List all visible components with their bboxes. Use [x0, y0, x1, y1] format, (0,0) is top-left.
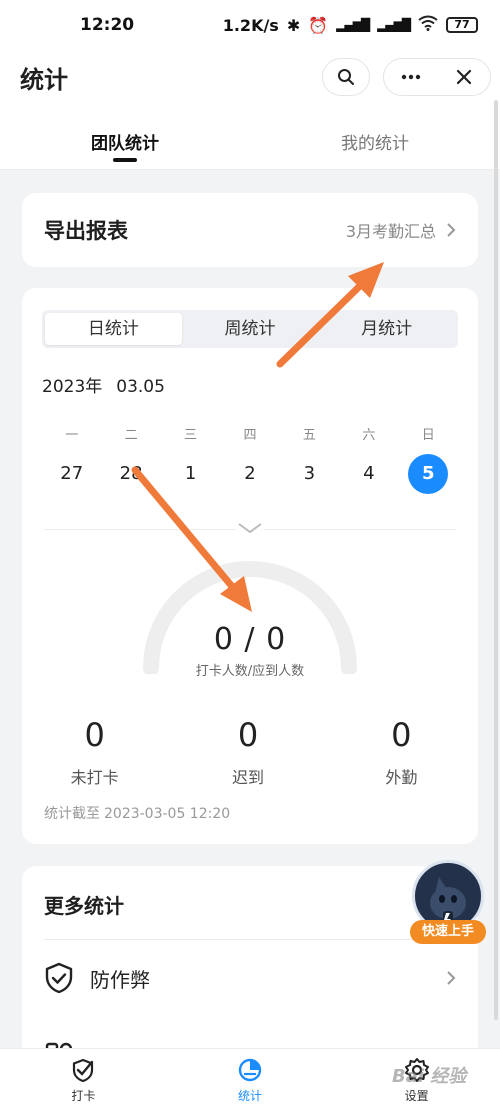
scrollbar[interactable]	[494, 100, 498, 1020]
day-cell-selected[interactable]: 5	[408, 454, 449, 494]
chart-icon	[238, 1058, 262, 1082]
alarm-icon: ⏰	[308, 15, 329, 35]
weekday-label: 日	[421, 428, 435, 443]
attendance-ratio: 0 / 0	[213, 622, 287, 657]
signal-icon-2: ▂▄▆█	[377, 18, 411, 32]
segment-weekly[interactable]: 周统计	[182, 313, 319, 345]
stats-tabs: 团队统计 我的统计	[0, 105, 500, 170]
battery-icon: 77	[446, 17, 478, 33]
year-label: 2023年	[42, 377, 103, 397]
more-stats-divider	[44, 939, 456, 940]
day-cell[interactable]: 28	[111, 454, 151, 494]
attendance-counters: 0 未打卡 0 迟到 0 外勤	[22, 716, 478, 788]
daily-stats-card: 日统计 周统计 月统计 2023年 03.05 一 二 三 四 五 六 日 27 …	[22, 288, 478, 844]
watermark: Bai 经验	[392, 1066, 467, 1087]
month-day-label: 03.05	[116, 377, 165, 397]
export-report-label: 导出报表	[44, 219, 128, 243]
tabbar-item-stats[interactable]: 统计	[167, 1049, 334, 1111]
more-stats-heading: 更多统计	[44, 894, 124, 918]
counter-label: 迟到	[231, 768, 264, 787]
chevron-right-icon	[447, 971, 456, 985]
day-cell[interactable]: 3	[289, 454, 329, 494]
counter-not-checked-in[interactable]: 0 未打卡	[18, 716, 171, 788]
weekday-label: 二	[124, 428, 138, 443]
week-day-strip: 27 28 1 2 3 4 5	[42, 454, 458, 494]
wifi-icon	[418, 15, 438, 35]
shield-check-icon	[45, 962, 73, 994]
search-button[interactable]	[322, 58, 370, 96]
counter-value: 0	[237, 716, 259, 754]
tabbar-label: 打卡	[71, 1089, 96, 1103]
status-icons: 1.2K/s ✱ ⏰ ▂▄▆█ ▂▄▆█ 77	[223, 15, 478, 35]
day-cell[interactable]: 4	[349, 454, 389, 494]
search-icon	[338, 69, 354, 85]
export-report-row[interactable]: 导出报表 3月考勤汇总	[22, 193, 478, 267]
weekday-label: 三	[184, 428, 198, 443]
stats-cutoff-time: 统计截至 2023-03-05 12:20	[44, 803, 230, 823]
weekday-label: 一	[65, 428, 79, 443]
tab-team-stats[interactable]: 团队统计	[0, 105, 250, 169]
counter-value: 0	[84, 716, 105, 754]
quick-start-button[interactable]: 快速上手	[410, 860, 486, 946]
period-segmented-control: 日统计 周统计 月统计	[42, 310, 458, 348]
signal-icon: ▂▄▆█	[336, 18, 370, 32]
close-button[interactable]	[437, 59, 490, 95]
day-cell[interactable]: 2	[230, 454, 270, 494]
expand-calendar-button[interactable]	[236, 522, 264, 538]
day-cell[interactable]: 27	[52, 454, 92, 494]
weekday-label: 四	[243, 428, 257, 443]
weekday-label: 五	[302, 428, 316, 443]
quick-start-label: 快速上手	[410, 920, 486, 944]
tabbar-label: 设置	[404, 1089, 429, 1103]
counter-field-work[interactable]: 0 外勤	[325, 716, 478, 788]
chevron-down-icon	[238, 523, 262, 534]
check-icon	[73, 1058, 94, 1083]
tab-my-stats[interactable]: 我的统计	[250, 105, 500, 169]
status-time: 12:20	[80, 15, 135, 35]
counter-label: 未打卡	[70, 768, 119, 787]
more-button[interactable]	[384, 59, 437, 95]
cutoff-label: 统计截至	[44, 806, 100, 822]
weekday-header: 一 二 三 四 五 六 日	[42, 424, 458, 443]
day-cell[interactable]: 1	[171, 454, 211, 494]
more-icon	[401, 74, 420, 80]
segment-daily[interactable]: 日统计	[45, 313, 182, 345]
tabbar-item-checkin[interactable]: 打卡	[0, 1049, 167, 1111]
anti-cheat-label: 防作弊	[90, 967, 150, 992]
counter-late[interactable]: 0 迟到	[171, 716, 324, 788]
counter-value: 0	[391, 716, 412, 754]
anti-cheat-row[interactable]: 防作弊	[44, 948, 456, 1008]
attendance-ratio-caption: 打卡人数/应到人数	[195, 664, 305, 679]
tabbar-label: 统计	[238, 1089, 263, 1103]
chevron-right-icon	[447, 223, 456, 237]
date-picker-label[interactable]: 2023年 03.05	[42, 372, 165, 397]
monthly-summary-label: 3月考勤汇总	[345, 222, 436, 241]
mini-program-capsule	[383, 58, 491, 96]
weekday-label: 六	[362, 428, 376, 443]
page-title: 统计	[20, 66, 68, 94]
counter-label: 外勤	[385, 768, 418, 787]
network-speed: 1.2K/s	[222, 15, 279, 35]
close-icon	[456, 69, 471, 85]
cutoff-time: 2023-03-05 12:20	[104, 806, 231, 822]
bluetooth-icon: ✱	[286, 15, 301, 35]
app-header: 统计	[0, 50, 500, 105]
status-bar: 12:20 1.2K/s ✱ ⏰ ▂▄▆█ ▂▄▆█ 77	[0, 0, 500, 50]
monthly-summary-link[interactable]: 3月考勤汇总	[346, 218, 456, 242]
segment-monthly[interactable]: 月统计	[318, 313, 455, 345]
